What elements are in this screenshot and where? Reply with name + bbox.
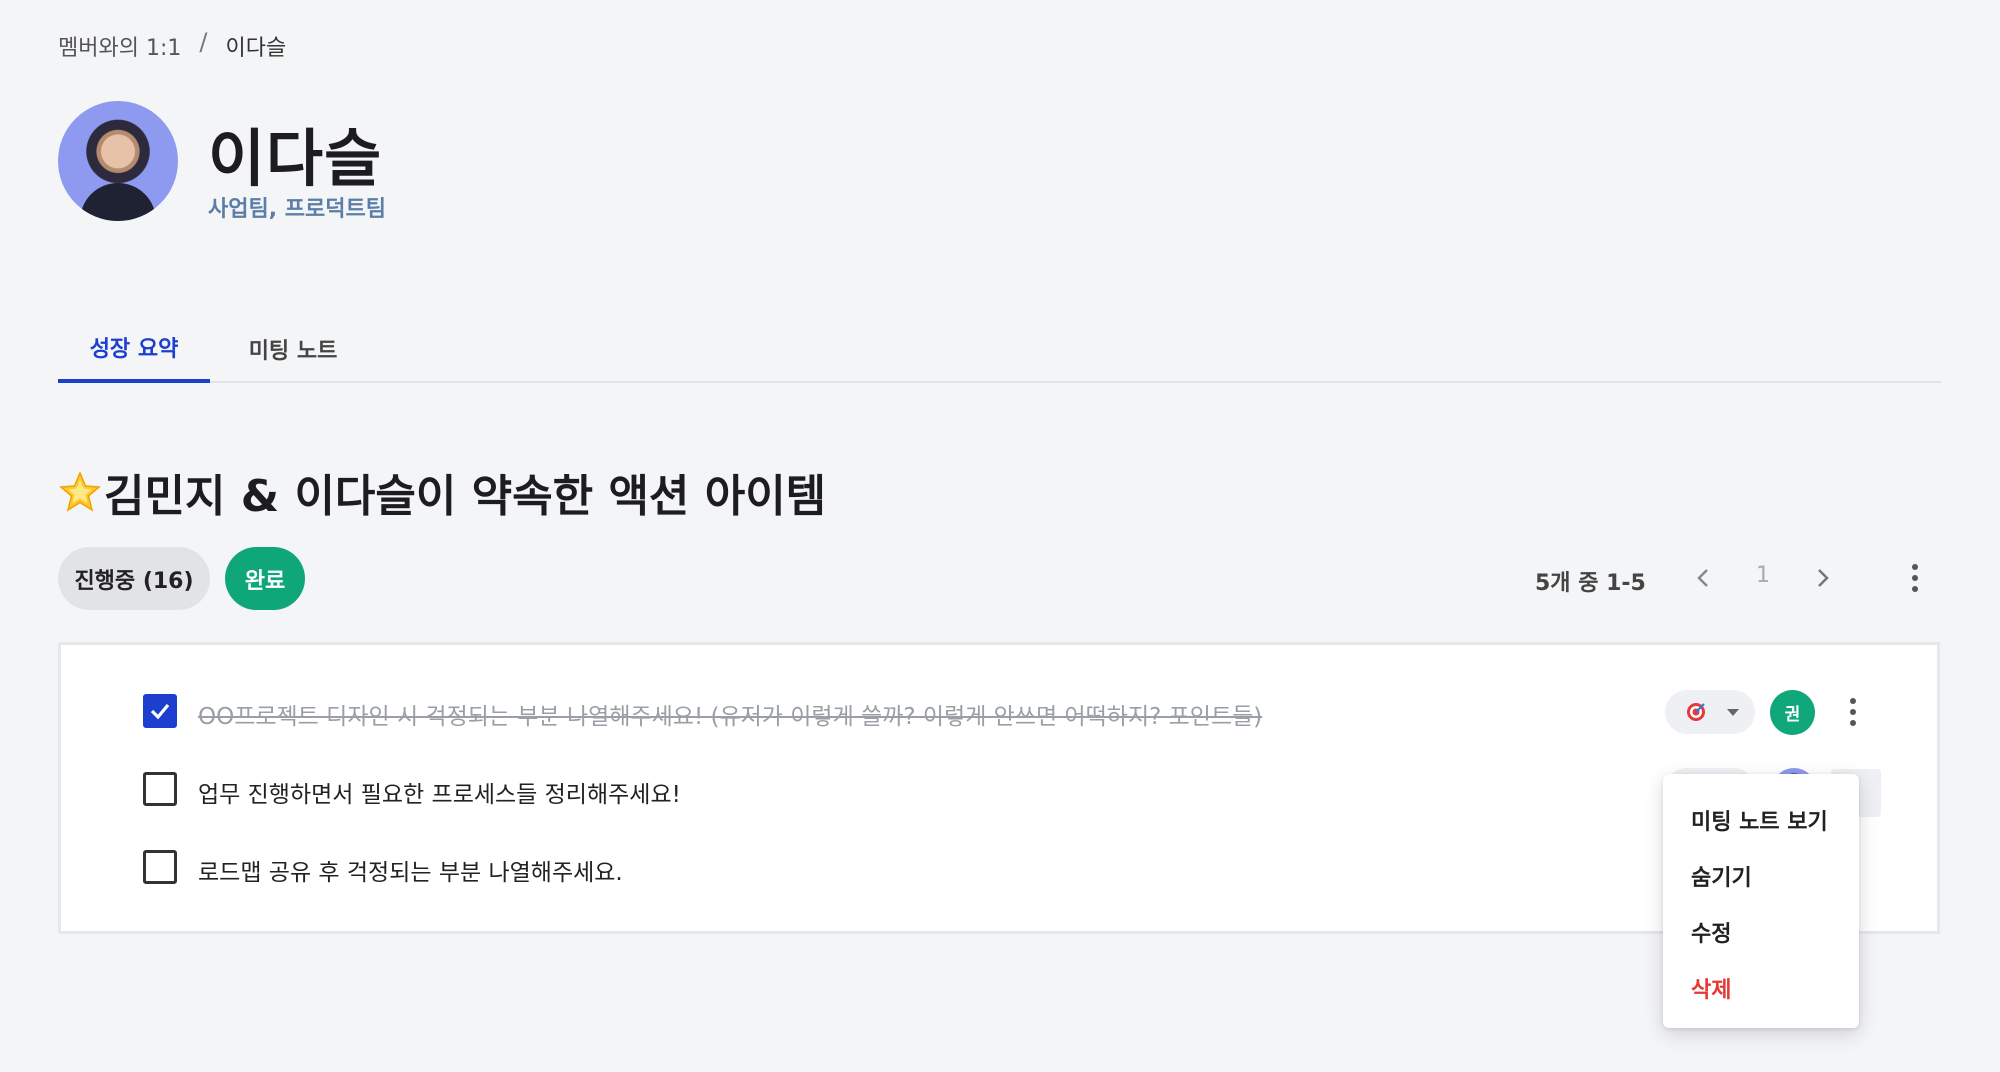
pager-next-button[interactable] — [1808, 562, 1838, 594]
pager-info: 5개 중 1-5 — [1535, 571, 1646, 596]
item-checkbox[interactable] — [143, 850, 177, 884]
pager-prev-button[interactable] — [1688, 562, 1718, 594]
more-vertical-icon-dot — [1850, 698, 1856, 704]
filter-in-progress-button[interactable]: 진행중 (16) — [58, 547, 210, 610]
item-context-menu: 미팅 노트 보기 숨기기 수정 삭제 — [1663, 774, 1859, 1028]
pager-current-page: 1 — [1756, 563, 1770, 588]
menu-item-view-meeting-note[interactable]: 미팅 노트 보기 — [1691, 804, 1828, 836]
section-title: 김민지 & 이다슬이 약속한 액션 아이템 — [58, 460, 826, 524]
action-item-list: OO프로젝트 디자인 시 걱정되는 부분 나열해주세요! (유저가 이렇게 쓸까… — [58, 642, 1940, 934]
list-item: OO프로젝트 디자인 시 걱정되는 부분 나열해주세요! (유저가 이렇게 쓸까… — [61, 677, 1937, 747]
filter-done-button[interactable]: 완료 — [225, 547, 305, 610]
list-item: 업무 진행하면서 필요한 프로세스들 정리해주세요! — [61, 755, 1937, 825]
emoji-select-button[interactable] — [1665, 690, 1755, 734]
breadcrumb-parent-link[interactable]: 멤버와의 1:1 — [58, 30, 181, 62]
section-more-button[interactable] — [1900, 560, 1930, 596]
more-vertical-icon-dot — [1912, 586, 1918, 592]
list-item: 로드맵 공유 후 걱정되는 부분 나열해주세요. — [61, 833, 1937, 903]
menu-item-delete[interactable]: 삭제 — [1691, 972, 1731, 1004]
star-icon — [59, 471, 101, 512]
item-text: OO프로젝트 디자인 시 걱정되는 부분 나열해주세요! (유저가 이렇게 쓸까… — [198, 704, 1263, 730]
tab-meeting-notes[interactable]: 미팅 노트 — [228, 315, 358, 383]
avatar-figure — [80, 183, 156, 221]
chevron-right-icon — [1818, 569, 1829, 587]
page: 멤버와의 1:1 / 이다슬 이다슬 사업팀, 프로덕트팀 성장 요약 미팅 노… — [0, 0, 2000, 1072]
tab-bar: 성장 요약 미팅 노트 — [58, 315, 1941, 383]
more-vertical-icon-dot — [1850, 709, 1856, 715]
item-text: 업무 진행하면서 필요한 프로세스들 정리해주세요! — [198, 782, 681, 808]
breadcrumb-separator: / — [199, 28, 208, 56]
chevron-left-icon — [1697, 569, 1708, 587]
profile-team: 사업팀, 프로덕트팀 — [208, 197, 386, 222]
menu-item-edit[interactable]: 수정 — [1691, 916, 1731, 948]
assignee-avatar[interactable]: 권 — [1770, 690, 1815, 735]
profile-avatar — [58, 101, 178, 221]
item-more-button[interactable] — [1843, 694, 1863, 730]
menu-item-hide[interactable]: 숨기기 — [1691, 860, 1752, 892]
item-checkbox[interactable] — [143, 694, 177, 728]
chevron-down-icon — [1727, 709, 1739, 716]
breadcrumb-current: 이다슬 — [225, 36, 287, 61]
breadcrumb: 멤버와의 1:1 / 이다슬 — [58, 28, 287, 62]
profile-name: 이다슬 — [208, 122, 383, 195]
item-checkbox[interactable] — [143, 772, 177, 806]
check-icon — [150, 703, 170, 720]
more-vertical-icon-dot — [1912, 575, 1918, 581]
target-icon — [1687, 703, 1705, 721]
section-title-text: 김민지 & 이다슬이 약속한 액션 아이템 — [104, 471, 827, 522]
tab-growth-summary[interactable]: 성장 요약 — [58, 315, 210, 383]
item-text: 로드맵 공유 후 걱정되는 부분 나열해주세요. — [198, 860, 623, 886]
more-vertical-icon-dot — [1912, 564, 1918, 570]
more-vertical-icon-dot — [1850, 720, 1856, 726]
